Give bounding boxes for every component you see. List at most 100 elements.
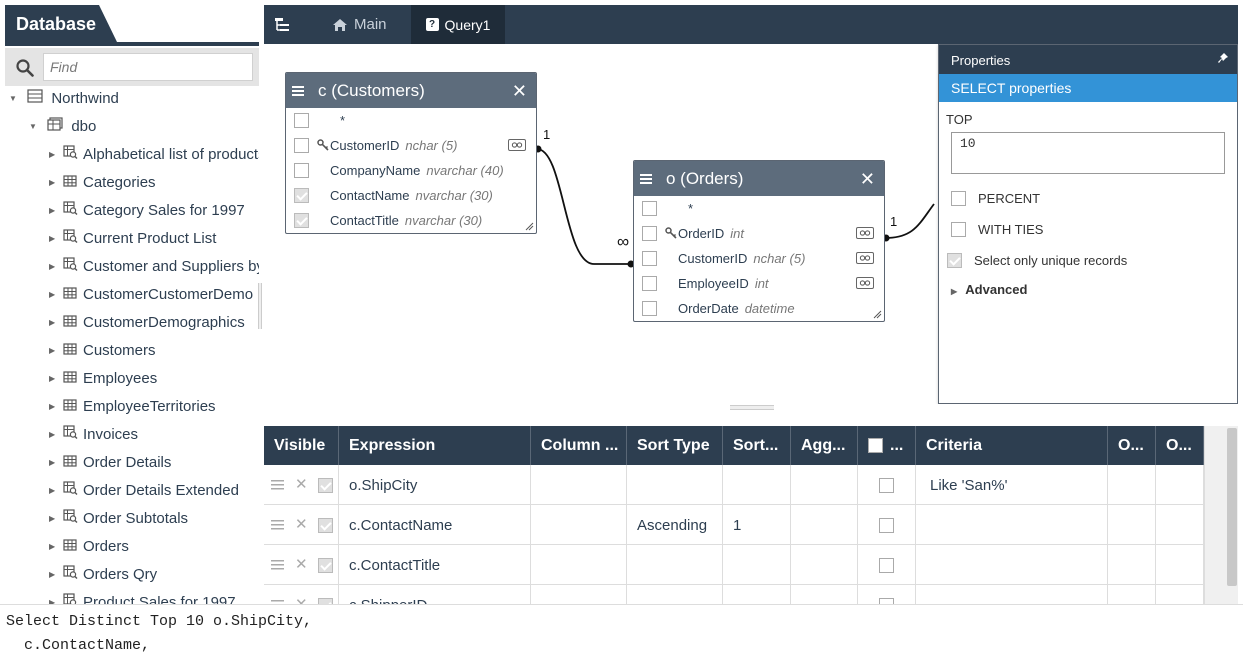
field-checkbox[interactable] xyxy=(642,251,657,266)
percent-checkbox[interactable] xyxy=(951,190,966,206)
grid-scrollbar-thumb[interactable] xyxy=(1227,428,1237,586)
grid-cell-sort-type[interactable] xyxy=(627,585,723,604)
visible-checkbox[interactable] xyxy=(318,478,333,493)
grid-header-cell[interactable]: Agg... xyxy=(791,426,858,465)
grid-cell-aggregate[interactable] xyxy=(791,585,858,604)
grid-cell-or[interactable] xyxy=(1108,505,1156,545)
relation-icon[interactable] xyxy=(508,139,526,151)
field-row[interactable]: * xyxy=(286,108,536,133)
field-checkbox[interactable] xyxy=(642,226,657,241)
field-checkbox[interactable] xyxy=(642,301,657,316)
tree-toggle-icon[interactable] xyxy=(274,5,298,44)
field-row[interactable]: CustomerID nchar (5) xyxy=(286,133,536,158)
grid-cell-criteria[interactable] xyxy=(916,585,1108,604)
tab-main[interactable]: Main xyxy=(332,5,422,44)
horizontal-splitter[interactable] xyxy=(730,405,774,410)
grid-cell-sort-type[interactable]: Ascending xyxy=(627,505,723,545)
tree-item[interactable]: ▶ Order Details xyxy=(49,451,171,475)
tree-item[interactable]: ▶ Employees xyxy=(49,367,157,391)
tree-item[interactable]: ▶ Order Subtotals xyxy=(49,507,188,531)
field-row[interactable]: * xyxy=(634,196,884,221)
tree-item[interactable]: ▶ Order Details Extended xyxy=(49,479,239,503)
database-tab[interactable]: Database xyxy=(5,5,117,42)
field-row[interactable]: OrderID int xyxy=(634,221,884,246)
grid-header-cell[interactable]: O... xyxy=(1156,426,1204,465)
grid-cell-aggregate[interactable] xyxy=(791,505,858,545)
grid-cell-sort-order[interactable] xyxy=(723,545,791,585)
tree-item[interactable]: ▶ Orders xyxy=(49,535,129,559)
tree-item[interactable]: ▶ Orders Qry xyxy=(49,563,157,587)
collapsed-arrow-icon[interactable]: ▶ xyxy=(49,367,63,391)
drag-handle-icon[interactable] xyxy=(271,559,284,570)
grid-row[interactable]: ✕ o.ShipCity Like 'San%' xyxy=(264,465,1204,505)
field-checkbox[interactable] xyxy=(294,163,309,178)
tree-item[interactable]: ▶ Customer and Suppliers by City xyxy=(49,255,259,279)
visible-checkbox[interactable] xyxy=(318,558,333,573)
pin-icon[interactable] xyxy=(1217,52,1229,64)
delete-row-icon[interactable]: ✕ xyxy=(295,475,308,493)
tree-item[interactable]: ▶ EmployeeTerritories xyxy=(49,395,216,419)
grid-scrollbar[interactable] xyxy=(1204,426,1238,604)
collapsed-arrow-icon[interactable]: ▶ xyxy=(49,199,63,223)
grid-header-cell[interactable]: Expression xyxy=(339,426,531,465)
menu-icon[interactable] xyxy=(640,173,654,185)
drag-handle-icon[interactable] xyxy=(271,519,284,530)
advanced-section-toggle[interactable]: ▶ Advanced xyxy=(951,282,1027,297)
expanded-arrow-icon[interactable]: ▼ xyxy=(29,115,43,139)
grid-cell-sort-order[interactable]: 1 xyxy=(723,505,791,545)
grid-cell-sort-type[interactable] xyxy=(627,545,723,585)
grid-cell-or[interactable] xyxy=(1156,545,1204,585)
collapsed-arrow-icon[interactable]: ▶ xyxy=(49,423,63,447)
field-checkbox[interactable] xyxy=(294,213,309,228)
drag-handle-icon[interactable] xyxy=(271,479,284,490)
top-input[interactable]: 10 xyxy=(951,132,1225,174)
grid-cell-column-alias[interactable] xyxy=(531,545,627,585)
collapsed-arrow-icon[interactable]: ▶ xyxy=(49,255,63,279)
field-row[interactable]: CompanyName nvarchar (40) xyxy=(286,158,536,183)
collapsed-arrow-icon[interactable]: ▶ xyxy=(49,591,63,605)
field-row[interactable]: OrderDate datetime xyxy=(634,296,884,321)
collapsed-arrow-icon[interactable]: ▶ xyxy=(49,339,63,363)
grid-cell-or[interactable] xyxy=(1108,585,1156,604)
resize-handle-icon[interactable] xyxy=(525,222,534,231)
delete-row-icon[interactable]: ✕ xyxy=(295,555,308,573)
grid-cell-or[interactable] xyxy=(1156,465,1204,505)
grid-header-cell[interactable]: O... xyxy=(1108,426,1156,465)
diagram-canvas[interactable]: 1 ∞ 1 c (Customers) ✕ * CustomerID nchar (… xyxy=(264,44,1238,404)
tree-item[interactable]: ▶ Invoices xyxy=(49,423,138,447)
tree-node-northwind[interactable]: ▼ Northwind xyxy=(9,87,119,111)
orders-table-header[interactable]: o (Orders) ✕ xyxy=(634,161,884,196)
grid-cell-aggregate[interactable] xyxy=(791,545,858,585)
grouping-checkbox[interactable] xyxy=(879,558,894,573)
find-input[interactable] xyxy=(43,53,253,81)
unique-records-checkbox[interactable] xyxy=(947,252,962,268)
grid-cell-or[interactable] xyxy=(1108,465,1156,505)
grid-cell-expression[interactable]: c.ShipperID xyxy=(339,585,531,604)
select-all-checkbox[interactable] xyxy=(868,438,883,453)
grid-cell-or[interactable] xyxy=(1156,585,1204,604)
grid-cell-expression[interactable]: c.ContactName xyxy=(339,505,531,545)
grid-header-cell[interactable]: Column ... xyxy=(531,426,627,465)
tree-item[interactable]: ▶ Category Sales for 1997 xyxy=(49,199,245,223)
visible-checkbox[interactable] xyxy=(318,518,333,533)
grid-header-cell[interactable]: Sort... xyxy=(723,426,791,465)
collapsed-arrow-icon[interactable]: ▶ xyxy=(49,143,63,167)
with-ties-option[interactable]: WITH TIES xyxy=(951,220,1043,238)
grid-header-cell[interactable]: Visible xyxy=(264,426,339,465)
expanded-arrow-icon[interactable]: ▼ xyxy=(9,87,23,111)
field-row[interactable]: EmployeeID int xyxy=(634,271,884,296)
field-row[interactable]: CustomerID nchar (5) xyxy=(634,246,884,271)
grid-cell-column-alias[interactable] xyxy=(531,465,627,505)
close-icon[interactable]: ✕ xyxy=(512,81,527,102)
grouping-checkbox[interactable] xyxy=(879,478,894,493)
field-checkbox[interactable] xyxy=(294,188,309,203)
grid-header-cell[interactable]: Criteria xyxy=(916,426,1108,465)
grid-header-cell[interactable]: Sort Type xyxy=(627,426,723,465)
grouping-checkbox[interactable] xyxy=(879,518,894,533)
grid-cell-column-alias[interactable] xyxy=(531,585,627,604)
close-icon[interactable]: ✕ xyxy=(860,169,875,190)
collapsed-arrow-icon[interactable]: ▶ xyxy=(49,171,63,195)
grid-cell-column-alias[interactable] xyxy=(531,505,627,545)
relation-icon[interactable] xyxy=(856,252,874,264)
collapsed-arrow-icon[interactable]: ▶ xyxy=(49,395,63,419)
